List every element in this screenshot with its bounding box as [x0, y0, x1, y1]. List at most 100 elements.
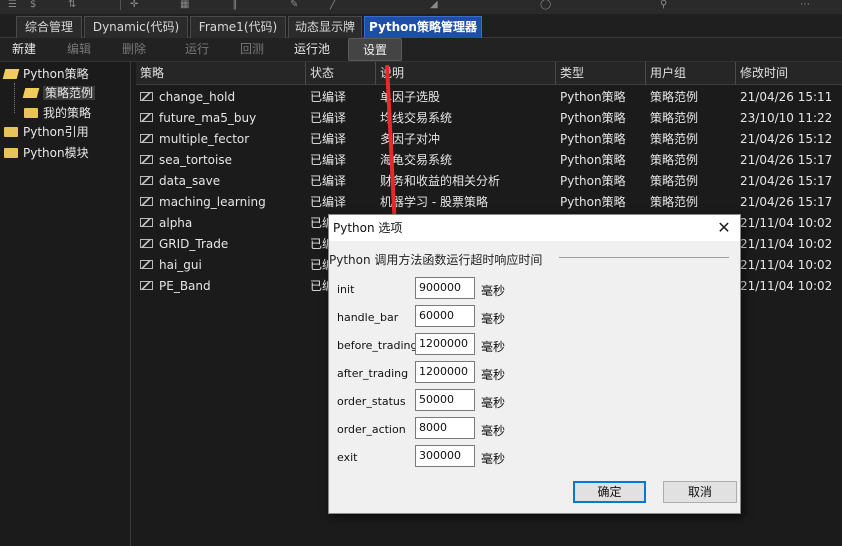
timeout-input[interactable]: 900000 [415, 277, 475, 299]
folder-icon [4, 126, 18, 137]
cell-user-group: 策略范例 [650, 87, 736, 108]
cancel-button[interactable]: 取消 [663, 481, 737, 503]
strategy-file-icon [140, 176, 153, 185]
table-row[interactable]: multiple_fector 已编译 多因子对冲 Python策略 策略范例 21/04… [136, 129, 842, 150]
column-header-status[interactable]: 状态 [306, 62, 376, 85]
run-button[interactable]: 运行 [185, 38, 209, 61]
cell-type: Python策略 [560, 87, 646, 108]
table-row[interactable]: maching_learning 已编译 机器学习 - 股票策略 Python策略 策略… [136, 192, 842, 213]
dollar-icon[interactable]: $ [30, 0, 36, 10]
cell-status: 已编译 [310, 192, 376, 213]
cell-user-group: 策略范例 [650, 171, 736, 192]
cell-description-text: 机器学习 - 股票策略 [380, 195, 488, 209]
timeout-input[interactable]: 50000 [415, 389, 475, 411]
strategy-file-icon [140, 155, 153, 164]
timeout-group-label: Python 调用方法函数运行超时响应时间 [329, 253, 543, 267]
tree-label: Python引用 [23, 125, 89, 139]
cell-type: Python策略 [560, 150, 646, 171]
column-header-strategy[interactable]: 策略 [136, 62, 306, 85]
tab-dynamic-board[interactable]: 动态显示牌 [288, 16, 362, 38]
delete-button[interactable]: 删除 [122, 38, 146, 61]
strategy-file-icon [140, 239, 153, 248]
cell-modified-time: 21/11/04 10:02 [740, 213, 842, 234]
table-row[interactable]: sea_tortoise 已编译 海龟交易系统 Python策略 策略范例 21/04/2… [136, 150, 842, 171]
tree-connector [14, 83, 15, 113]
timeout-field-label: order_status [337, 395, 406, 408]
timeout-field-label: init [337, 283, 355, 296]
draw-icon[interactable]: ◢ [430, 0, 438, 10]
timeout-input[interactable]: 1200000 [415, 361, 475, 383]
timeout-input[interactable]: 8000 [415, 417, 475, 439]
cell-modified-time: 21/04/26 15:11 [740, 87, 842, 108]
cell-type: Python策略 [560, 192, 646, 213]
shape-icon[interactable]: ◯ [540, 0, 551, 10]
column-header-modified-time[interactable]: 修改时间 [736, 62, 842, 85]
timeout-input[interactable]: 1200000 [415, 333, 475, 355]
cell-description-text: 单因子选股 [380, 90, 441, 104]
timeout-input[interactable]: 300000 [415, 445, 475, 467]
tab-overview[interactable]: 综合管理 [16, 16, 82, 38]
column-header-user-group[interactable]: 用户组 [646, 62, 736, 85]
cell-description-text: 海龟交易系统 [380, 153, 453, 167]
column-header-type[interactable]: 类型 [556, 62, 646, 85]
new-button[interactable]: 新建 [12, 38, 36, 61]
tab-frame1-code[interactable]: Frame1(代码) [190, 16, 286, 38]
more-icon[interactable]: ⋯ [800, 0, 810, 10]
bars-icon[interactable]: ║ [232, 0, 238, 10]
cell-name-text: hai_gui [159, 258, 202, 272]
cell-name-text: future_ma5_buy [159, 111, 257, 125]
cell-type-text: Python策略 [560, 174, 626, 188]
cell-modified-time-text: 21/04/26 15:17 [740, 195, 833, 209]
cell-user-group: 策略范例 [650, 129, 736, 150]
tree-label: 策略范例 [43, 86, 96, 100]
cell-name-text: PE_Band [159, 279, 211, 293]
chart-icon[interactable]: ▦ [180, 0, 189, 10]
pen-icon[interactable]: ✎ [290, 0, 298, 10]
cell-type: Python策略 [560, 129, 646, 150]
timeout-input[interactable]: 60000 [415, 305, 475, 327]
tab-python-strategy-manager[interactable]: Python策略管理器 [364, 16, 482, 38]
cell-status-text: 已编译 [310, 174, 347, 188]
crosshair-icon[interactable]: ✛ [130, 0, 138, 10]
tree-item-my-strategies[interactable]: 我的策略 [24, 104, 91, 123]
menu-icon[interactable]: ☰ [8, 0, 17, 10]
timeout-unit-label: 毫秒 [481, 284, 506, 298]
strategy-file-icon [140, 197, 153, 206]
link-icon[interactable]: ⚲ [660, 0, 667, 10]
settings-button[interactable]: 设置 [348, 38, 402, 61]
tree-item-python-refs[interactable]: Python引用 [4, 123, 89, 142]
cell-status-text: 已编译 [310, 90, 347, 104]
cell-name-text: GRID_Trade [159, 237, 229, 251]
ok-button[interactable]: 确定 [573, 481, 646, 503]
tree-item-strategy-examples[interactable]: 策略范例 [22, 84, 96, 103]
cell-modified-time: 21/04/26 15:17 [740, 192, 842, 213]
tree-item-python-modules[interactable]: Python模块 [4, 144, 89, 163]
cell-status-text: 已编译 [310, 132, 347, 146]
line-icon[interactable]: ╱ [330, 0, 336, 10]
table-row[interactable]: change_hold 已编译 单因子选股 Python策略 策略范例 21/04/26 … [136, 87, 842, 108]
strategy-file-icon [140, 281, 153, 290]
strategy-file-icon [140, 260, 153, 269]
column-header-description[interactable]: 说明 [376, 62, 556, 85]
table-row[interactable]: data_save 已编译 财务和收益的相关分析 Python策略 策略范例 21/04/… [136, 171, 842, 192]
dialog-title-bar: Python 选项 ✕ [329, 215, 740, 241]
tree-item-python-strategy[interactable]: Python策略 [2, 65, 89, 84]
cell-modified-time-text: 21/04/26 15:17 [740, 153, 833, 167]
cell-name: future_ma5_buy [140, 108, 306, 129]
strategy-tree: Python策略 策略范例 我的策略 Python引用 Python模块 [0, 62, 131, 546]
timeout-unit-label: 毫秒 [481, 368, 506, 382]
cell-name: multiple_fector [140, 129, 306, 150]
backtest-button[interactable]: 回测 [240, 38, 264, 61]
cell-description: 单因子选股 [380, 87, 556, 108]
run-pool-button[interactable]: 运行池 [294, 38, 330, 61]
strategy-file-icon [140, 113, 153, 122]
cell-description: 机器学习 - 股票策略 [380, 192, 556, 213]
sort-icon[interactable]: ⇅ [68, 0, 76, 10]
edit-button[interactable]: 编辑 [67, 38, 91, 61]
tab-dynamic-code[interactable]: Dynamic(代码) [84, 16, 188, 38]
close-icon[interactable]: ✕ [714, 218, 734, 238]
cell-name-text: maching_learning [159, 195, 266, 209]
cell-modified-time-text: 21/04/26 15:11 [740, 90, 833, 104]
table-row[interactable]: future_ma5_buy 已编译 均线交易系统 Python策略 策略范例 23/10… [136, 108, 842, 129]
cell-modified-time-text: 21/11/04 10:02 [740, 237, 833, 251]
